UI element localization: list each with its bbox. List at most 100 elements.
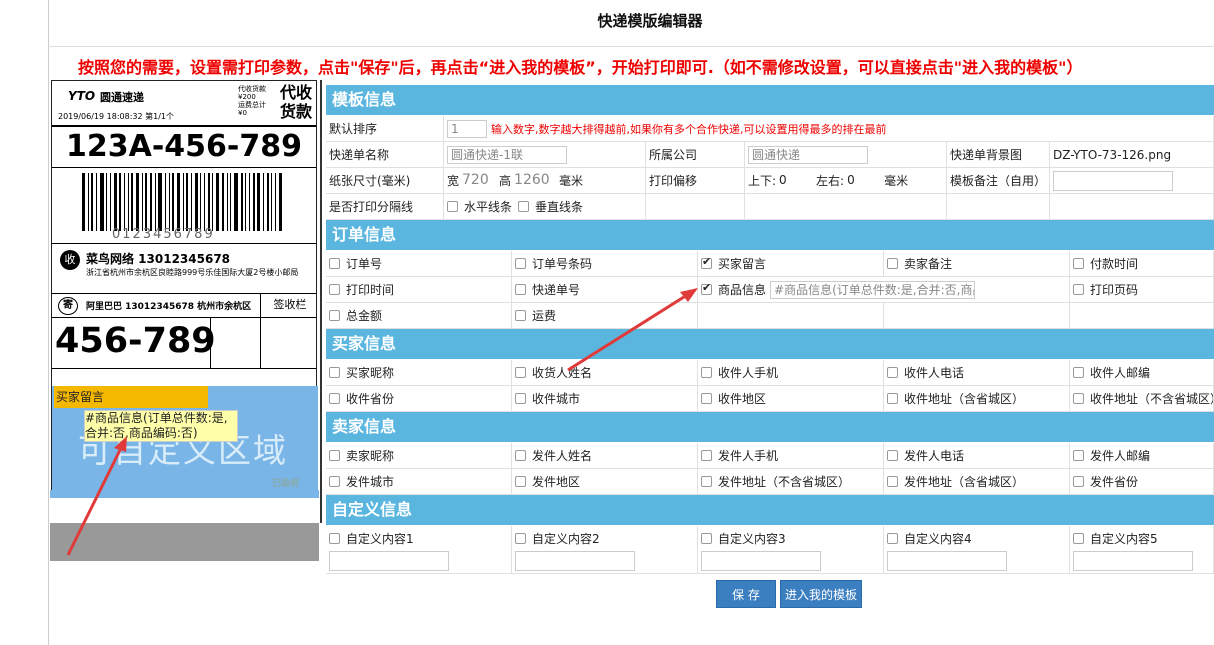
custom-option[interactable]: 自定义内容5 <box>1070 526 1214 573</box>
checkbox[interactable] <box>1073 533 1084 544</box>
seller-option[interactable]: 发件人手机 <box>698 443 884 468</box>
v-line-checkbox[interactable] <box>518 201 530 212</box>
checkbox[interactable] <box>515 393 526 404</box>
checkbox[interactable] <box>329 533 340 544</box>
checkbox[interactable] <box>329 367 340 378</box>
sort-input[interactable]: 1 <box>447 119 487 138</box>
checkbox[interactable] <box>1073 393 1084 404</box>
checkbox[interactable] <box>515 533 526 544</box>
name-input[interactable]: 圆通快递-1联 <box>447 145 567 164</box>
seller-option[interactable]: 卖家昵称 <box>326 443 512 468</box>
enter-template-button[interactable]: 进入我的模板 <box>780 580 862 608</box>
checkbox[interactable] <box>701 533 712 544</box>
seller-option[interactable]: 发件地址（不含省城区） <box>698 469 884 494</box>
order-option[interactable]: 运费 <box>512 303 698 328</box>
checkbox[interactable] <box>329 258 340 269</box>
order-option[interactable]: 打印时间 <box>326 277 512 302</box>
height-input[interactable]: 1260 <box>511 171 560 190</box>
checkbox[interactable] <box>515 258 526 269</box>
buyer-option[interactable]: 收件地区 <box>698 386 884 411</box>
buyer-option[interactable]: 收件人手机 <box>698 360 884 385</box>
checkbox[interactable] <box>329 284 340 295</box>
checkbox[interactable] <box>515 450 526 461</box>
checkbox[interactable] <box>701 393 712 404</box>
lr-input[interactable]: 0 <box>844 171 885 190</box>
order-option[interactable]: 付款时间 <box>1070 251 1214 276</box>
template-form: 模板信息 默认排序 1 输入数字,数字越大排得越前,如果你有多个合作快递,可以设… <box>326 85 1214 574</box>
checkbox[interactable] <box>1073 450 1084 461</box>
custom-input[interactable] <box>701 551 821 571</box>
order-option[interactable]: 总金额 <box>326 303 512 328</box>
seller-option[interactable]: 发件地区 <box>512 469 698 494</box>
checkbox[interactable] <box>887 450 898 461</box>
h-line-checkbox[interactable] <box>447 201 458 212</box>
custom-option[interactable]: 自定义内容1 <box>326 526 512 573</box>
seller-option[interactable]: 发件省份 <box>1070 469 1214 494</box>
goods-info-field[interactable]: #商品信息(订单总件数:是,合并:否,商品编码:否) <box>84 410 238 442</box>
buyer-option[interactable]: 收件人电话 <box>884 360 1070 385</box>
note-input[interactable] <box>1053 170 1173 191</box>
fee-line: ¥0 <box>238 109 247 117</box>
checkbox[interactable] <box>1073 284 1084 295</box>
checkbox[interactable] <box>887 476 898 487</box>
buyer-option[interactable]: 收件城市 <box>512 386 698 411</box>
seller-option[interactable]: 发件城市 <box>326 469 512 494</box>
company-input[interactable]: 圆通快递 <box>748 145 868 164</box>
option-label: 运费 <box>532 309 557 323</box>
checkbox[interactable] <box>887 367 898 378</box>
custom-input[interactable] <box>329 551 449 571</box>
checkbox[interactable] <box>1073 476 1084 487</box>
custom-input[interactable] <box>1073 551 1193 571</box>
checkbox[interactable] <box>515 367 526 378</box>
seller-option[interactable]: 发件人电话 <box>884 443 1070 468</box>
seller-option[interactable]: 发件人姓名 <box>512 443 698 468</box>
custom-area[interactable]: 可自定义区域 买家留言 #商品信息(订单总件数:是,合并:否,商品编码:否) 已… <box>52 386 318 491</box>
buyer-option[interactable]: 收件地址（不含省城区） <box>1070 386 1214 411</box>
width-input[interactable]: 720 <box>459 171 500 190</box>
checkbox[interactable] <box>887 258 898 269</box>
ud-input[interactable]: 0 <box>776 171 817 190</box>
buyer-option[interactable]: 收件地址（含省城区） <box>884 386 1070 411</box>
buyer-option[interactable]: 收货人姓名 <box>512 360 698 385</box>
checkbox[interactable] <box>329 310 340 321</box>
checkbox[interactable] <box>887 533 898 544</box>
buyer-option[interactable]: 收件人邮编 <box>1070 360 1214 385</box>
checkbox[interactable] <box>887 393 898 404</box>
checkbox[interactable] <box>701 476 712 487</box>
checkbox[interactable] <box>1073 367 1084 378</box>
checkbox[interactable] <box>329 450 340 461</box>
custom-input[interactable] <box>515 551 635 571</box>
buyer-option[interactable]: 收件省份 <box>326 386 512 411</box>
height-label: 高 <box>499 174 512 188</box>
buyer-note-field[interactable]: 买家留言 <box>54 386 208 408</box>
checkbox[interactable] <box>515 476 526 487</box>
order-option[interactable]: 卖家备注 <box>884 251 1070 276</box>
checkbox[interactable] <box>1073 258 1084 269</box>
checkbox-checked[interactable] <box>701 255 712 269</box>
checkbox[interactable] <box>701 450 712 461</box>
checkbox[interactable] <box>329 476 340 487</box>
order-option[interactable]: 快递单号 <box>512 277 698 302</box>
buyer-option[interactable]: 买家昵称 <box>326 360 512 385</box>
custom-option[interactable]: 自定义内容2 <box>512 526 698 573</box>
order-option[interactable]: 打印页码 <box>1070 277 1214 302</box>
order-option[interactable]: 买家留言 <box>698 251 884 276</box>
checkbox-checked[interactable] <box>701 281 712 295</box>
checkbox[interactable] <box>329 393 340 404</box>
custom-option[interactable]: 自定义内容3 <box>698 526 884 573</box>
goods-info-input[interactable]: #商品信息(订单总件数:是,合并:否,商品编码:否) <box>770 280 976 299</box>
order-option[interactable]: 订单号 <box>326 251 512 276</box>
order-option[interactable]: 订单号条码 <box>512 251 698 276</box>
order-option[interactable]: 商品信息 #商品信息(订单总件数:是,合并:否,商品编码:否) <box>698 277 1070 302</box>
checkbox[interactable] <box>515 310 526 321</box>
checkbox[interactable] <box>515 284 526 295</box>
checkbox[interactable] <box>701 367 712 378</box>
seller-option[interactable]: 发件地址（含省城区） <box>884 469 1070 494</box>
preview-footer <box>50 523 319 561</box>
cod-label: 代收货款 <box>279 83 312 121</box>
seller-option[interactable]: 发件人邮编 <box>1070 443 1214 468</box>
save-button[interactable]: 保 存 <box>716 580 776 608</box>
custom-option[interactable]: 自定义内容4 <box>884 526 1070 573</box>
barcode-bar <box>82 173 85 231</box>
custom-input[interactable] <box>887 551 1007 571</box>
